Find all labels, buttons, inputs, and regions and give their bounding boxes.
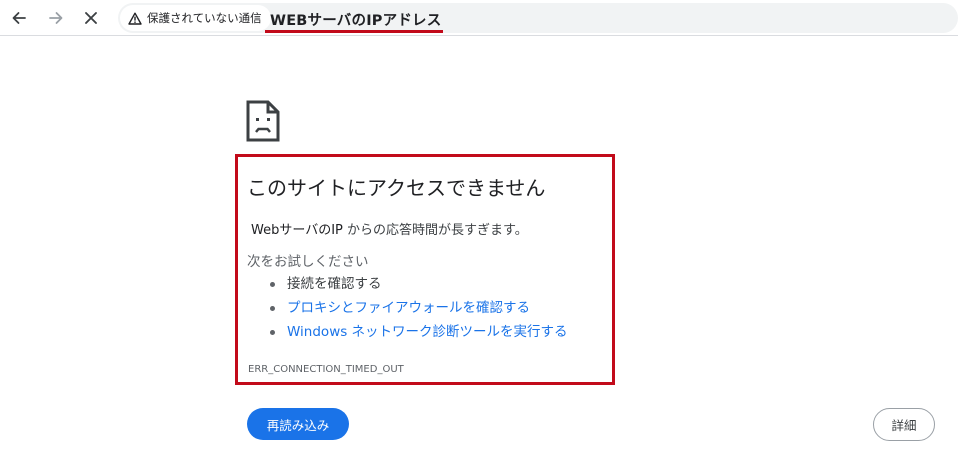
browser-toolbar: 保護されていない通信 WEBサーバのIPアドレス — [0, 0, 958, 36]
url-highlight-underline — [265, 30, 443, 33]
arrow-left-icon — [12, 12, 26, 24]
suggestion-check-connection: 接続を確認する — [270, 274, 568, 298]
suggestion-check-proxy-firewall-link[interactable]: プロキシとファイアウォールを確認する — [270, 298, 568, 322]
arrow-right-icon — [49, 12, 63, 24]
address-bar[interactable]: 保護されていない通信 WEBサーバのIPアドレス — [118, 3, 958, 33]
security-label: 保護されていない通信 — [147, 11, 262, 25]
forward-button[interactable] — [41, 3, 71, 33]
stop-button[interactable] — [76, 3, 106, 33]
back-button[interactable] — [4, 3, 34, 33]
error-message-rest: からの応答時間が長すぎます。 — [342, 223, 528, 238]
error-title: このサイトにアクセスできません — [247, 176, 546, 200]
suggestion-run-network-diagnostics-link[interactable]: Windows ネットワーク診断ツールを実行する — [270, 322, 568, 346]
warning-icon — [128, 12, 142, 25]
error-message: WebサーバのIP からの応答時間が長すぎます。 — [251, 219, 528, 238]
reload-button[interactable]: 再読み込み — [247, 408, 349, 440]
error-message-host: WebサーバのIP — [251, 223, 343, 238]
error-code: ERR_CONNECTION_TIMED_OUT — [248, 364, 404, 375]
details-button[interactable]: 詳細 — [873, 408, 935, 441]
suggestions-list: 接続を確認する プロキシとファイアウォールを確認する Windows ネットワー… — [270, 274, 568, 346]
close-icon — [85, 12, 97, 24]
security-chip[interactable]: 保護されていない通信 — [120, 5, 271, 31]
suggestions-heading: 次をお試しください — [247, 254, 369, 270]
sad-page-icon — [246, 100, 280, 142]
url-text[interactable]: WEBサーバのIPアドレス — [270, 9, 441, 30]
